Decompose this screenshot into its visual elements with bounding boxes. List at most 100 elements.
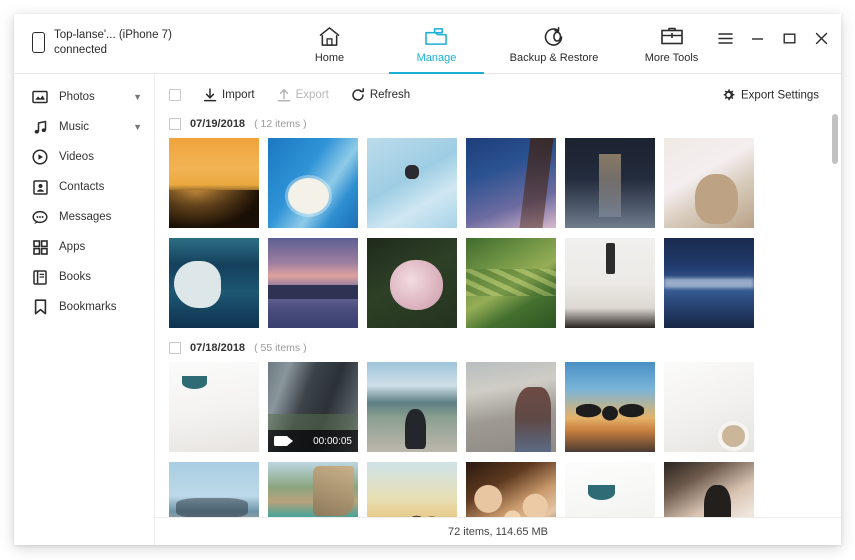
thumbnail-rice-terrace-photo[interactable] [466, 238, 556, 328]
tab-manage[interactable]: Manage [383, 14, 490, 74]
refresh-label: Refresh [369, 89, 411, 101]
device-status[interactable]: Top-lanse'... (iPhone 7) connected [32, 28, 172, 57]
window-body: Photos ▼ Music ▼ Videos Contacts Message… [14, 74, 841, 545]
video-camera-icon [274, 436, 293, 446]
thumbnail-beach-boats-photo[interactable] [169, 462, 259, 517]
thumbnail-jumping-silhouettes-photo[interactable] [565, 362, 655, 452]
thumbnail-pool-aerial-photo[interactable] [367, 138, 457, 228]
thumbnail-white-tshirt-flatlay-photo[interactable] [664, 362, 754, 452]
content-toolbar: Import Export Refresh Export Settings [155, 80, 841, 110]
thumbnail-golden-beach-photo[interactable] [367, 462, 457, 517]
import-button[interactable]: Import [203, 87, 255, 103]
scrollbar-track[interactable] [832, 110, 838, 517]
sidebar-item-videos[interactable]: Videos [14, 142, 154, 172]
thumbnail-ocean-waves-photo[interactable] [664, 238, 754, 328]
thumbnail-image [565, 462, 655, 517]
thumbnail-image [169, 238, 259, 328]
thumbnail-image [268, 238, 358, 328]
tab-manage-label: Manage [416, 51, 457, 64]
restore-icon [542, 25, 566, 49]
maximize-icon[interactable] [781, 30, 797, 46]
photo-scroll-area[interactable]: 07/19/2018 ( 12 items ) 07/18/2018 (55 … [155, 110, 841, 517]
minimize-icon[interactable] [749, 30, 765, 46]
thumbnail-image [664, 462, 754, 517]
thumbnail-hydrangea-flower-photo[interactable] [367, 238, 457, 328]
select-all-checkbox[interactable] [169, 89, 181, 101]
thumbnail-image [268, 138, 358, 228]
sidebar-item-bookmarks[interactable]: Bookmarks [14, 292, 154, 322]
thumbnail-dusk-mountain-sea-photo[interactable] [268, 238, 358, 328]
video-badge: 00:00:05 [268, 430, 358, 452]
thumbnail-image [169, 462, 259, 517]
scrollbar-thumb[interactable] [832, 114, 838, 164]
thumbnail-living-room-photo[interactable] [169, 362, 259, 452]
chevron-down-icon[interactable]: ▼ [133, 92, 142, 102]
sidebar: Photos ▼ Music ▼ Videos Contacts Message… [14, 74, 155, 545]
thumbnail-image [169, 362, 259, 452]
tab-backup-restore[interactable]: Backup & Restore [490, 14, 618, 74]
sidebar-item-photos-label: Photos [59, 91, 95, 103]
sidebar-item-books[interactable]: Books [14, 262, 154, 292]
thumbnail-pool-sunhat-photo[interactable] [268, 138, 358, 228]
tab-home-label: Home [314, 51, 345, 64]
tab-backup-restore-label: Backup & Restore [509, 51, 599, 64]
folder-icon [424, 25, 449, 49]
menu-icon[interactable] [717, 30, 733, 46]
close-icon[interactable] [813, 30, 829, 46]
export-button[interactable]: Export [277, 88, 329, 103]
sidebar-item-messages[interactable]: Messages [14, 202, 154, 232]
thumbnail-sunset-coastline-photo[interactable] [169, 138, 259, 228]
export-settings-button[interactable]: Export Settings [722, 89, 819, 102]
sidebar-item-photos[interactable]: Photos ▼ [14, 82, 154, 112]
thumbnail-city-building-video[interactable]: 00:00:05 [268, 362, 358, 452]
grid-icon [32, 239, 48, 255]
device-connection-state: connected [54, 43, 108, 56]
tab-more-tools[interactable]: More Tools [618, 14, 725, 74]
sidebar-item-apps[interactable]: Apps [14, 232, 154, 262]
thumbnail-image [565, 362, 655, 452]
thumbnail-cherry-blossom-photo[interactable] [466, 138, 556, 228]
thumbnail-image [367, 138, 457, 228]
sidebar-item-videos-label: Videos [59, 151, 94, 163]
thumbnail-limestone-cliff-photo[interactable] [268, 462, 358, 517]
sidebar-item-messages-label: Messages [59, 211, 112, 223]
contact-card-icon [32, 179, 48, 195]
thumbnail-japanese-alley-photo[interactable] [565, 138, 655, 228]
refresh-button[interactable]: Refresh [351, 88, 410, 102]
thumbnail-image [268, 462, 358, 517]
thumbnail-image [367, 362, 457, 452]
chevron-down-icon[interactable]: ▼ [133, 122, 142, 132]
home-icon [318, 25, 341, 49]
thumbnail-image [565, 238, 655, 328]
thumbnail-image [664, 238, 754, 328]
sidebar-item-contacts[interactable]: Contacts [14, 172, 154, 202]
thumbnail-family-portrait-photo[interactable] [466, 462, 556, 517]
thumbnail-plaza-woman-photo[interactable] [466, 362, 556, 452]
music-note-icon [32, 119, 48, 135]
phone-icon [32, 32, 45, 53]
export-settings-label: Export Settings [741, 89, 819, 101]
group-count: ( 12 items ) [254, 118, 307, 130]
export-arrow-icon [277, 88, 290, 102]
toolbox-icon [660, 25, 684, 49]
sidebar-item-music[interactable]: Music ▼ [14, 112, 154, 142]
application-window: Top-lanse'... (iPhone 7) connected Home … [14, 14, 841, 545]
tab-home[interactable]: Home [276, 14, 383, 74]
bookmark-icon [32, 299, 48, 315]
status-summary: 72 items, 114.65 MB [447, 525, 549, 538]
thumbnail-washing-hands-photo[interactable] [565, 238, 655, 328]
thumbnail-cat-photo[interactable] [664, 462, 754, 517]
thumbnail-image [466, 238, 556, 328]
gear-icon [723, 89, 735, 101]
group-select-checkbox[interactable] [169, 342, 181, 354]
thumbnail-image [367, 462, 457, 517]
thumbnail-person-by-sea-photo[interactable] [367, 362, 457, 452]
thumbnail-deer-photo[interactable] [664, 138, 754, 228]
thumbnail-beluga-whale-photo[interactable] [169, 238, 259, 328]
thumbnail-pendant-lamp-photo[interactable] [565, 462, 655, 517]
group-date: 07/19/2018 [190, 118, 246, 130]
sidebar-item-books-label: Books [59, 271, 91, 283]
thumbnail-image [466, 462, 556, 517]
tab-more-tools-label: More Tools [644, 51, 699, 64]
group-select-checkbox[interactable] [169, 118, 181, 130]
